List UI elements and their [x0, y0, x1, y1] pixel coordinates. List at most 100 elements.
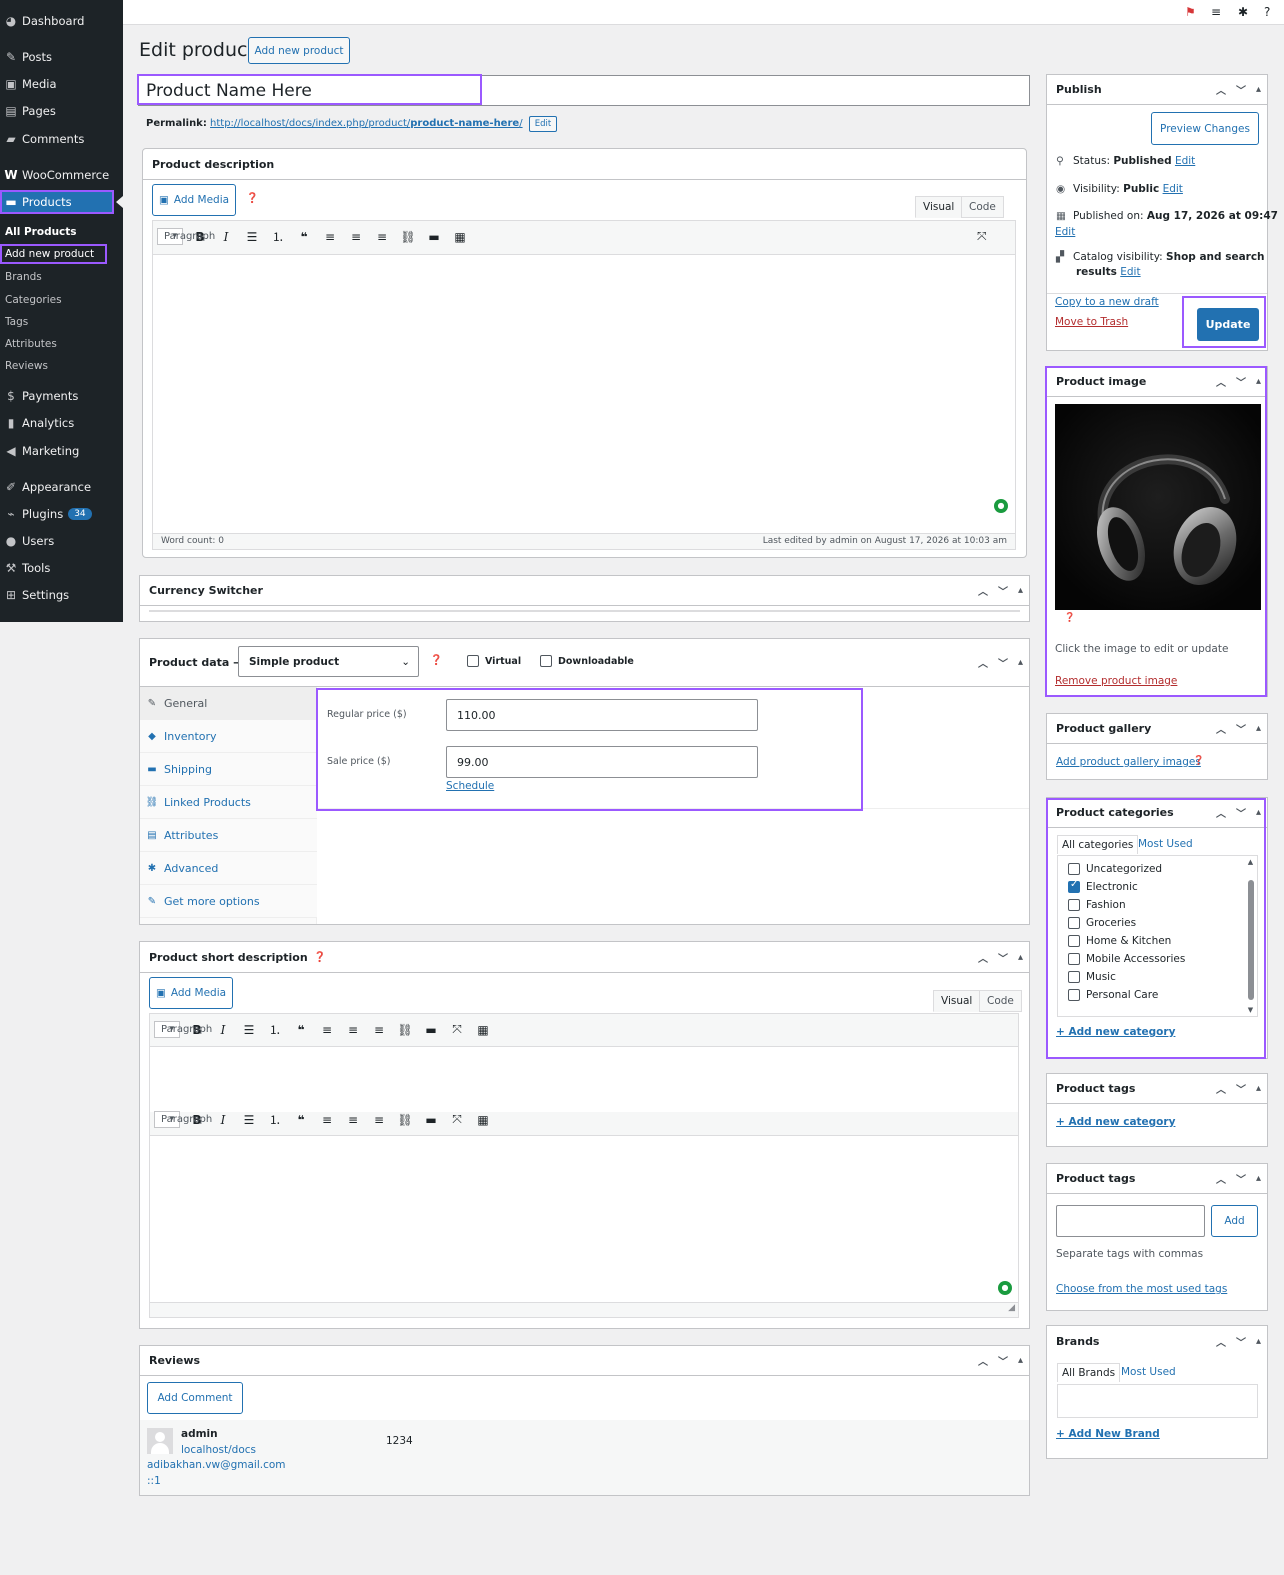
move-up-icon[interactable]: ︿ — [978, 583, 988, 598]
submenu-add-new-product[interactable]: Add new product — [0, 244, 107, 264]
sidebar-item-settings[interactable]: ⊞ Settings — [0, 584, 123, 606]
add-tag-button[interactable]: Add — [1211, 1205, 1258, 1237]
move-down-icon[interactable]: ﹀ — [1236, 1081, 1246, 1096]
help-icon[interactable]: ❓ — [246, 193, 258, 204]
checkbox[interactable] — [1068, 953, 1080, 965]
checkbox[interactable] — [1068, 863, 1080, 875]
help-icon[interactable]: ? — [1264, 5, 1270, 19]
sidebar-item-appearance[interactable]: ✐ Appearance — [0, 476, 123, 498]
move-down-icon[interactable]: ﹀ — [1236, 1171, 1246, 1186]
quote-icon[interactable]: ❝ — [288, 1023, 314, 1037]
sidebar-item-products[interactable]: ▬ Products — [0, 190, 114, 214]
sidebar-item-media[interactable]: ▣ Media — [0, 73, 123, 95]
category-personal-care[interactable]: Personal Care — [1068, 989, 1158, 1001]
category-electronic[interactable]: Electronic — [1068, 879, 1138, 893]
product-image[interactable] — [1055, 404, 1261, 610]
read-more-icon[interactable]: ▬ — [418, 1023, 444, 1037]
bullet-list-icon[interactable]: ☰ — [239, 230, 265, 244]
catalog-edit-link[interactable]: Edit — [1120, 266, 1140, 278]
format-select[interactable]: Paragraph — [154, 1111, 212, 1128]
editor-content-area[interactable] — [153, 255, 1015, 533]
move-to-trash-link[interactable]: Move to Trash — [1055, 316, 1128, 328]
review-author-ip[interactable]: ::1 — [147, 1475, 161, 1487]
published-edit-link[interactable]: Edit — [1055, 226, 1075, 238]
preview-changes-button[interactable]: Preview Changes — [1151, 112, 1259, 145]
regular-price-input[interactable]: 110.00 — [446, 699, 758, 731]
fullscreen-icon[interactable]: ⤧ — [977, 229, 987, 244]
move-down-icon[interactable]: ﹀ — [998, 1353, 1008, 1368]
tab-all-categories[interactable]: All categories — [1057, 835, 1139, 854]
link-icon[interactable]: ⛓ — [392, 1023, 418, 1037]
submenu-tags[interactable]: Tags — [0, 312, 123, 332]
list-icon[interactable]: ≡ — [1211, 5, 1221, 19]
move-up-icon[interactable]: ︿ — [1216, 82, 1226, 97]
toggle-icon[interactable]: ▴ — [1018, 952, 1023, 963]
scroll-up-icon[interactable]: ▲ — [1246, 858, 1255, 866]
toggle-icon[interactable]: ▴ — [1018, 585, 1023, 596]
downloadable-checkbox[interactable]: Downloadable — [540, 655, 634, 667]
move-down-icon[interactable]: ﹀ — [998, 655, 1008, 670]
sale-price-input[interactable]: 99.00 — [446, 746, 758, 778]
schedule-link[interactable]: Schedule — [446, 780, 494, 792]
quote-icon[interactable]: ❝ — [288, 1113, 314, 1127]
tab-attributes[interactable]: ▤ Attributes — [140, 819, 317, 852]
help-icon[interactable]: ❓ — [1193, 756, 1204, 766]
alert-icon[interactable]: ⚑ — [1185, 5, 1196, 19]
tab-get-more-options[interactable]: ✎ Get more options — [140, 885, 317, 918]
remove-product-image-link[interactable]: Remove product image — [1055, 675, 1177, 687]
toggle-icon[interactable]: ▴ — [1256, 1336, 1261, 1347]
category-groceries[interactable]: Groceries — [1068, 917, 1136, 929]
align-center-icon[interactable]: ≡ — [343, 230, 369, 244]
checkbox[interactable] — [1068, 971, 1080, 983]
checkbox[interactable] — [540, 655, 552, 667]
review-author-email[interactable]: adibakhan.vw@gmail.com — [147, 1459, 286, 1471]
align-center-icon[interactable]: ≡ — [340, 1113, 366, 1127]
sidebar-item-dashboard[interactable]: ◕ Dashboard — [0, 10, 123, 32]
numbered-list-icon[interactable]: ⒈ — [265, 228, 291, 245]
toolbar-toggle-icon[interactable]: ▦ — [470, 1113, 496, 1127]
format-select[interactable]: Paragraph — [154, 1021, 212, 1038]
tab-linked-products[interactable]: ⛓ Linked Products — [140, 786, 317, 819]
add-gallery-images-link[interactable]: Add product gallery images — [1056, 756, 1201, 768]
link-icon[interactable]: ⛓ — [395, 230, 421, 244]
sidebar-item-marketing[interactable]: ◀ Marketing — [0, 440, 123, 462]
checkbox[interactable] — [1068, 989, 1080, 1001]
short-description-editor[interactable]: ◢ — [149, 1013, 1019, 1318]
italic-icon[interactable]: I — [213, 230, 239, 244]
italic-icon[interactable]: I — [210, 1113, 236, 1127]
tab-all-brands[interactable]: All Brands — [1057, 1363, 1121, 1382]
fullscreen-icon[interactable]: ⤧ — [444, 1112, 470, 1127]
short-tab-code[interactable]: Code — [979, 990, 1022, 1012]
tab-brands-most-used[interactable]: Most Used — [1121, 1366, 1176, 1378]
product-type-select[interactable]: Simple product ⌄ — [238, 646, 419, 677]
checkbox[interactable] — [467, 655, 479, 667]
scrollbar[interactable]: ▲ ▼ — [1246, 858, 1255, 1014]
sidebar-item-tools[interactable]: ⚒ Tools — [0, 557, 123, 579]
add-new-brand-link[interactable]: + Add New Brand — [1056, 1428, 1160, 1440]
toolbar-toggle-icon[interactable]: ▦ — [470, 1023, 496, 1037]
toggle-icon[interactable]: ▴ — [1256, 1083, 1261, 1094]
add-new-product-button[interactable]: Add new product — [248, 37, 350, 64]
align-left-icon[interactable]: ≡ — [317, 230, 343, 244]
tag-input[interactable] — [1056, 1205, 1205, 1237]
read-more-icon[interactable]: ▬ — [421, 230, 447, 244]
sidebar-item-users[interactable]: ● Users — [0, 530, 123, 552]
assistant-icon[interactable]: ● — [994, 499, 1008, 513]
sidebar-item-payments[interactable]: $ Payments — [0, 385, 123, 407]
checkbox[interactable] — [1068, 935, 1080, 947]
numbered-list-icon[interactable]: ⒈ — [262, 1111, 288, 1128]
add-new-tag-category-link[interactable]: + Add new category — [1056, 1116, 1175, 1128]
toggle-icon[interactable]: ▴ — [1018, 657, 1023, 668]
tab-inventory[interactable]: ◆ Inventory — [140, 720, 317, 753]
help-icon[interactable]: ❓ — [430, 655, 442, 666]
tab-visual[interactable]: Visual — [915, 196, 963, 218]
permalink-link[interactable]: http://localhost/docs/index.php/product/… — [210, 118, 523, 129]
help-icon[interactable]: ❓ — [314, 952, 326, 963]
toolbar-toggle-icon[interactable]: ▦ — [447, 230, 473, 244]
read-more-icon[interactable]: ▬ — [418, 1113, 444, 1127]
toggle-icon[interactable]: ▴ — [1256, 723, 1261, 734]
fullscreen-icon[interactable]: ⤧ — [444, 1022, 470, 1037]
checkbox[interactable] — [1068, 899, 1080, 911]
move-up-icon[interactable]: ︿ — [978, 950, 988, 965]
assistant-icon[interactable]: ● — [998, 1281, 1012, 1295]
